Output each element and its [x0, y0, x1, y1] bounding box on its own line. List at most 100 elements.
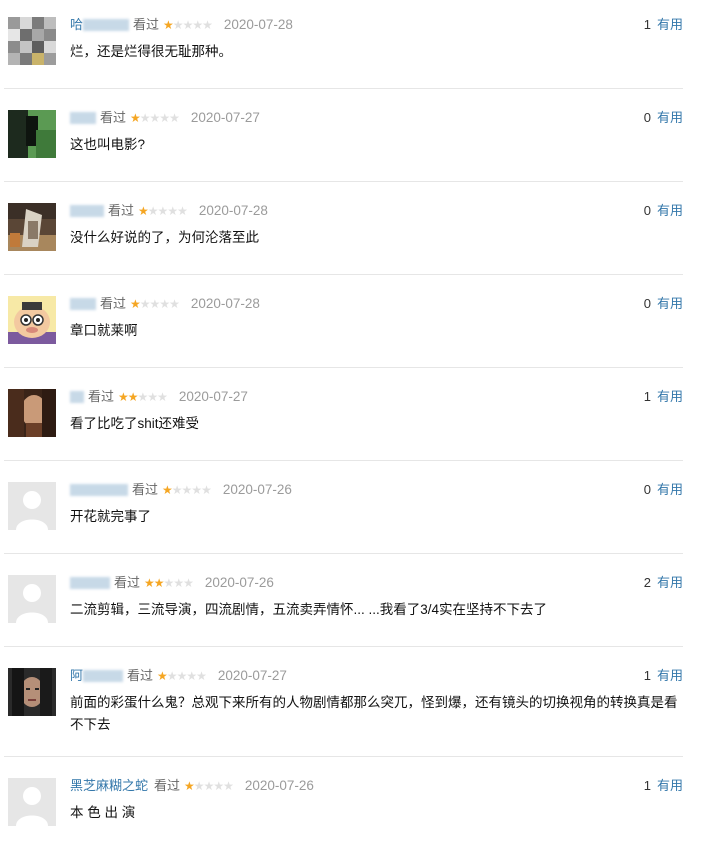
rating-stars: ★★★★★ — [130, 111, 180, 125]
rating-stars: ★★★★★ — [162, 483, 212, 497]
divider — [4, 646, 683, 647]
vote-count: 1 — [643, 17, 651, 32]
star-icon: ★ — [186, 669, 197, 683]
vote-count: 1 — [643, 668, 651, 683]
star-icon: ★ — [162, 483, 173, 497]
username-redacted[interactable] — [83, 670, 124, 682]
watch-status: 看过 — [88, 389, 115, 404]
vote-section: 2 有用 — [644, 574, 683, 592]
comment-text: 没什么好说的了，为何沦落至此 — [70, 230, 259, 245]
useful-button[interactable]: 有用 — [657, 575, 683, 590]
star-icon: ★ — [130, 297, 141, 311]
username-redacted[interactable] — [70, 391, 84, 403]
vote-count: 0 — [643, 203, 651, 218]
user-avatar[interactable] — [8, 17, 56, 65]
username-redacted[interactable] — [70, 484, 128, 496]
useful-button[interactable]: 有用 — [657, 110, 683, 125]
divider — [4, 88, 683, 89]
comment-text: 看了比吃了shit还难受 — [70, 416, 200, 431]
vote-section: 1 有用 — [644, 388, 683, 406]
vote-count: 1 — [643, 778, 651, 793]
username-redacted[interactable] — [70, 577, 110, 589]
username-link[interactable]: 黑芝麻糊之蛇 — [70, 777, 148, 795]
default-avatar-icon[interactable] — [8, 482, 56, 530]
useful-button[interactable]: 有用 — [657, 668, 683, 683]
comment-date: 2020-07-28 — [223, 17, 293, 32]
vote-count: 0 — [643, 110, 651, 125]
useful-button[interactable]: 有用 — [657, 389, 683, 404]
username-link[interactable]: 哈 — [70, 16, 83, 34]
watch-status: 看过 — [133, 17, 160, 32]
star-icon: ★ — [138, 204, 149, 218]
star-icon: ★ — [171, 483, 183, 497]
star-icon: ★ — [118, 390, 129, 404]
vote-section: 0 有用 — [644, 295, 683, 313]
username-redacted[interactable] — [83, 19, 130, 31]
star-icon: ★ — [144, 576, 155, 590]
star-icon: ★ — [139, 111, 151, 125]
comment-date: 2020-07-28 — [198, 203, 268, 218]
comment-date: 2020-07-26 — [204, 575, 274, 590]
comment-meta: 看过 ★★★★★ 2020-07-28 — [70, 202, 268, 220]
user-avatar[interactable] — [8, 389, 56, 437]
rating-stars: ★★★★★ — [157, 669, 207, 683]
divider — [4, 756, 683, 757]
star-icon: ★ — [181, 483, 193, 497]
comment-meta: 黑芝麻糊之蛇 看过 ★★★★★ 2020-07-26 — [70, 777, 314, 795]
useful-button[interactable]: 有用 — [657, 17, 683, 32]
star-icon: ★ — [184, 779, 195, 793]
star-icon: ★ — [182, 18, 194, 32]
useful-button[interactable]: 有用 — [657, 203, 683, 218]
username-link[interactable]: 阿 — [70, 667, 83, 685]
comment-meta: 看过 ★★★★★ 2020-07-27 — [70, 388, 248, 406]
rating-stars: ★★★★★ — [144, 576, 194, 590]
comment-text: 前面的彩蛋什么鬼？总观下来所有的人物剧情都那么突兀，怪到爆，还有镜头的切换视角的… — [70, 695, 678, 732]
rating-stars: ★★★★★ — [138, 204, 188, 218]
comment-text: 二流剪辑，三流导演，四流剧情，五流卖弄情怀... ...我看了3/4实在坚持不下… — [70, 602, 548, 617]
username-redacted[interactable] — [70, 205, 104, 217]
divider — [4, 553, 683, 554]
comment-date: 2020-07-27 — [217, 668, 287, 683]
comment-meta: 看过 ★★★★★ 2020-07-27 — [70, 109, 260, 127]
user-avatar[interactable] — [8, 668, 56, 716]
comment-text: 烂，还是烂得很无耻那种。 — [70, 44, 232, 59]
star-icon: ★ — [213, 779, 224, 793]
useful-button[interactable]: 有用 — [657, 296, 683, 311]
star-icon: ★ — [147, 390, 158, 404]
star-icon: ★ — [183, 576, 194, 590]
default-avatar-icon[interactable] — [8, 575, 56, 623]
star-icon: ★ — [149, 297, 161, 311]
comment-date: 2020-07-27 — [178, 389, 248, 404]
comment-date: 2020-07-26 — [222, 482, 292, 497]
comment-date: 2020-07-27 — [190, 110, 260, 125]
user-avatar[interactable] — [8, 110, 56, 158]
username-redacted[interactable] — [70, 112, 96, 124]
watch-status: 看过 — [154, 778, 181, 793]
comment-meta: 看过 ★★★★★ 2020-07-26 — [70, 481, 292, 499]
star-icon: ★ — [202, 18, 213, 32]
star-icon: ★ — [172, 18, 184, 32]
watch-status: 看过 — [127, 668, 154, 683]
vote-count: 0 — [643, 296, 651, 311]
star-icon: ★ — [191, 483, 202, 497]
star-icon: ★ — [159, 297, 170, 311]
user-avatar[interactable] — [8, 203, 56, 251]
username-redacted[interactable] — [70, 298, 96, 310]
comment-text: 这也叫电影? — [70, 137, 146, 152]
useful-button[interactable]: 有用 — [657, 778, 683, 793]
default-avatar-icon[interactable] — [8, 778, 56, 826]
star-icon: ★ — [169, 297, 180, 311]
vote-section: 0 有用 — [644, 109, 683, 127]
star-icon: ★ — [167, 204, 178, 218]
star-icon: ★ — [169, 111, 180, 125]
star-icon: ★ — [137, 390, 149, 404]
comment-meta: 看过 ★★★★★ 2020-07-26 — [70, 574, 274, 592]
comment-text: 本 色 出 演 — [70, 805, 136, 820]
star-icon: ★ — [130, 111, 141, 125]
star-icon: ★ — [223, 779, 234, 793]
useful-button[interactable]: 有用 — [657, 482, 683, 497]
comment-date: 2020-07-26 — [244, 778, 314, 793]
star-icon: ★ — [157, 669, 168, 683]
vote-section: 0 有用 — [644, 202, 683, 220]
user-avatar[interactable] — [8, 296, 56, 344]
